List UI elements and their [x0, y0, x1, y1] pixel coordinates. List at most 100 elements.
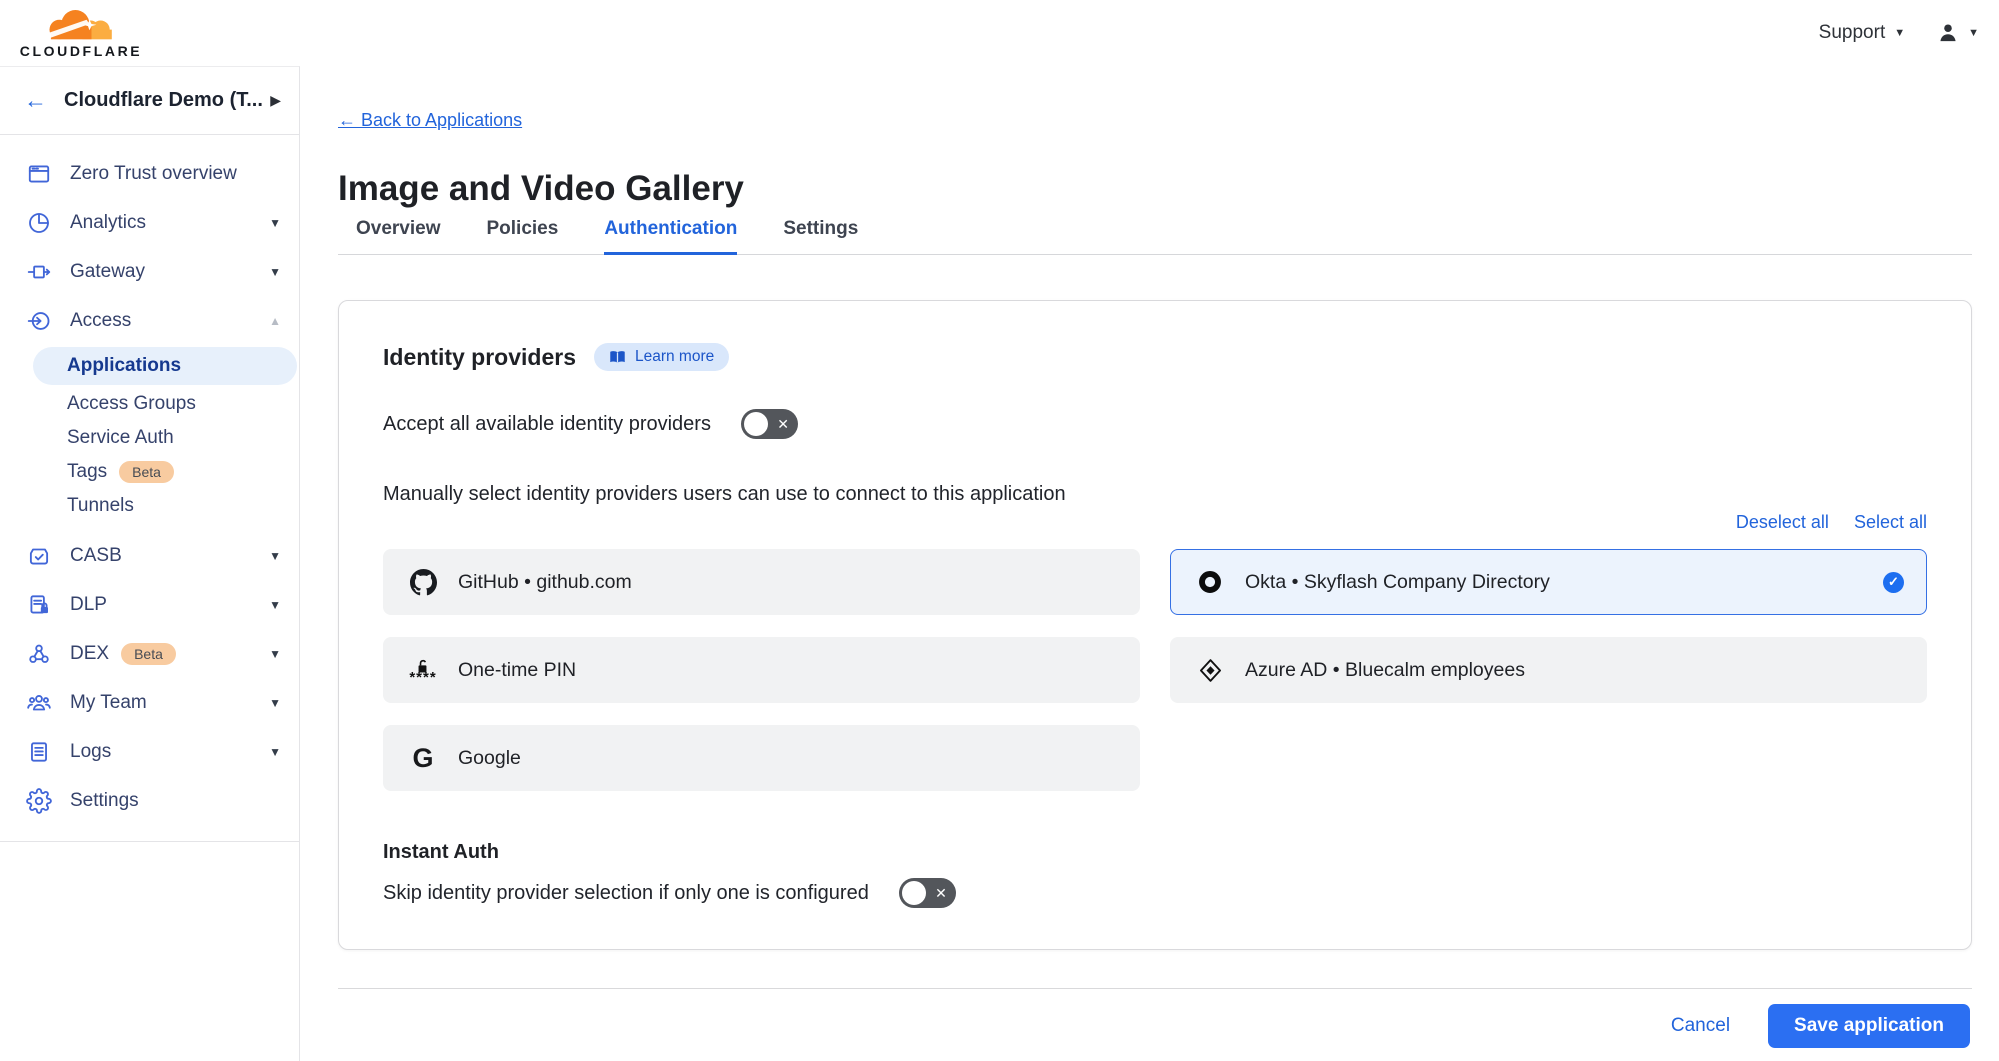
dlp-icon — [26, 592, 52, 618]
instant-auth-row: Skip identity provider selection if only… — [383, 878, 1927, 908]
back-arrow-icon[interactable]: ← — [24, 89, 47, 112]
sidebar-item-dex[interactable]: DEX Beta ▼ — [0, 629, 299, 678]
footer-divider — [338, 988, 1972, 989]
card-title: Identity providers — [383, 344, 576, 371]
sidebar-item-label: CASB — [70, 545, 122, 567]
learn-more-badge[interactable]: Learn more — [594, 343, 729, 371]
sidebar-subitem-label: Service Auth — [67, 427, 174, 449]
tab-label: Overview — [356, 218, 441, 239]
chevron-down-icon: ▼ — [269, 745, 281, 759]
sidebar-item-label: Analytics — [70, 212, 146, 234]
instant-auth-toggle[interactable]: ✕ — [899, 878, 956, 908]
back-to-applications-link[interactable]: ← Back to Applications — [338, 110, 522, 131]
one-time-pin-icon: **** — [408, 658, 438, 683]
toggle-knob — [744, 412, 768, 436]
provider-tile-github-github-com[interactable]: GitHub • github.com — [383, 549, 1140, 615]
sidebar-item-label: Access — [70, 310, 131, 332]
toggle-x-icon: ✕ — [777, 417, 789, 431]
sidebar-item-label: DEX — [70, 643, 109, 665]
provider-tile-google[interactable]: G Google — [383, 725, 1140, 791]
sidebar-item-my-team[interactable]: My Team ▼ — [0, 678, 299, 727]
book-icon — [609, 350, 626, 365]
accept-idp-toggle[interactable]: ✕ — [741, 409, 798, 439]
identity-providers-card: Identity providers Learn more Accept all… — [338, 300, 1972, 950]
chevron-down-icon: ▼ — [269, 216, 281, 230]
provider-label: One-time PIN — [458, 659, 576, 682]
cloudflare-logo: CLOUDFLARE — [14, 3, 148, 59]
sidebar-item-applications[interactable]: Applications — [33, 347, 297, 385]
toggle-x-icon: ✕ — [935, 886, 947, 900]
learn-more-label: Learn more — [635, 348, 714, 366]
sidebar-item-tags[interactable]: Tags Beta — [0, 455, 299, 489]
github-icon — [408, 569, 438, 596]
sidebar-item-label: DLP — [70, 594, 107, 616]
sidebar: ← Cloudflare Demo (T... ▶ Zero Trust ove… — [0, 66, 300, 1061]
sidebar-account-header: ← Cloudflare Demo (T... ▶ — [0, 67, 299, 135]
footer-actions: Cancel Save application — [1671, 1004, 1970, 1048]
window-icon — [26, 161, 52, 187]
sidebar-divider — [0, 841, 299, 842]
card-header: Identity providers Learn more — [383, 343, 1927, 371]
google-icon: G — [408, 745, 438, 772]
provider-tile-okta-skyflash-company-directory[interactable]: Okta • Skyflash Company Directory ✓ — [1170, 549, 1927, 615]
sidebar-item-service-auth[interactable]: Service Auth — [0, 421, 299, 455]
page-title: Image and Video Gallery — [338, 169, 744, 209]
cloudflare-wordmark: CLOUDFLARE — [14, 43, 148, 59]
deselect-all-link[interactable]: Deselect all — [1736, 512, 1829, 532]
instant-auth-label: Skip identity provider selection if only… — [383, 882, 869, 905]
sidebar-item-analytics[interactable]: Analytics ▼ — [0, 198, 299, 247]
gateway-icon — [26, 259, 52, 285]
chevron-down-icon: ▼ — [1968, 27, 1979, 39]
sidebar-subitem-label: Tags — [67, 461, 107, 483]
sidebar-subitem-label: Tunnels — [67, 495, 134, 517]
chevron-down-icon: ▼ — [1894, 27, 1905, 39]
team-icon — [26, 690, 52, 716]
access-icon — [26, 308, 52, 334]
chevron-down-icon: ▼ — [269, 598, 281, 612]
sidebar-item-casb[interactable]: CASB ▼ — [0, 531, 299, 580]
provider-label: Okta • Skyflash Company Directory — [1245, 571, 1550, 594]
sidebar-item-access-groups[interactable]: Access Groups — [0, 387, 299, 421]
provider-tile-azure-ad-bluecalm-employees[interactable]: Azure AD • Bluecalm employees — [1170, 637, 1927, 703]
tab-authentication[interactable]: Authentication — [604, 218, 737, 255]
chevron-down-icon: ▼ — [269, 647, 281, 661]
selected-check-icon: ✓ — [1883, 572, 1904, 593]
main-content: ← Back to Applications Image and Video G… — [301, 66, 1999, 1061]
provider-label: Azure AD • Bluecalm employees — [1245, 659, 1525, 682]
tab-policies[interactable]: Policies — [487, 218, 559, 255]
sidebar-item-zero-trust-overview[interactable]: Zero Trust overview — [0, 149, 299, 198]
support-label: Support — [1819, 22, 1886, 44]
sidebar-item-settings[interactable]: Settings — [0, 776, 299, 825]
cancel-button[interactable]: Cancel — [1671, 1015, 1730, 1037]
tab-settings[interactable]: Settings — [783, 218, 858, 255]
beta-badge: Beta — [119, 461, 174, 483]
sidebar-item-label: Settings — [70, 790, 139, 812]
sidebar-subitem-label: Access Groups — [67, 393, 196, 415]
sidebar-item-label: Zero Trust overview — [70, 163, 237, 185]
okta-icon — [1195, 569, 1225, 595]
chevron-right-icon[interactable]: ▶ — [270, 92, 281, 109]
select-all-link[interactable]: Select all — [1854, 512, 1927, 532]
accept-idp-label: Accept all available identity providers — [383, 413, 711, 436]
provider-label: GitHub • github.com — [458, 571, 632, 594]
sidebar-item-label: Logs — [70, 741, 111, 763]
sidebar-item-dlp[interactable]: DLP ▼ — [0, 580, 299, 629]
provider-grid: GitHub • github.com Okta • Skyflash Comp… — [383, 549, 1927, 791]
account-name[interactable]: Cloudflare Demo (T... — [64, 89, 270, 112]
support-menu[interactable]: Support ▼ — [1819, 22, 1905, 44]
sidebar-item-gateway[interactable]: Gateway ▼ — [0, 247, 299, 296]
casb-icon — [26, 543, 52, 569]
save-application-button[interactable]: Save application — [1768, 1004, 1970, 1048]
pie-chart-icon — [26, 210, 52, 236]
topbar-right: Support ▼ ▼ — [1819, 0, 1979, 66]
provider-tile-one-time-pin[interactable]: **** One-time PIN — [383, 637, 1140, 703]
gear-icon — [26, 788, 52, 814]
sidebar-item-access[interactable]: Access ▲ — [0, 296, 299, 345]
tab-overview[interactable]: Overview — [356, 218, 441, 255]
tab-label: Policies — [487, 218, 559, 239]
sidebar-item-tunnels[interactable]: Tunnels — [0, 489, 299, 523]
sidebar-item-logs[interactable]: Logs ▼ — [0, 727, 299, 776]
chevron-down-icon: ▼ — [269, 265, 281, 279]
user-menu[interactable]: ▼ — [1935, 20, 1979, 46]
tab-bar: Overview Policies Authentication Setting… — [338, 218, 1972, 255]
